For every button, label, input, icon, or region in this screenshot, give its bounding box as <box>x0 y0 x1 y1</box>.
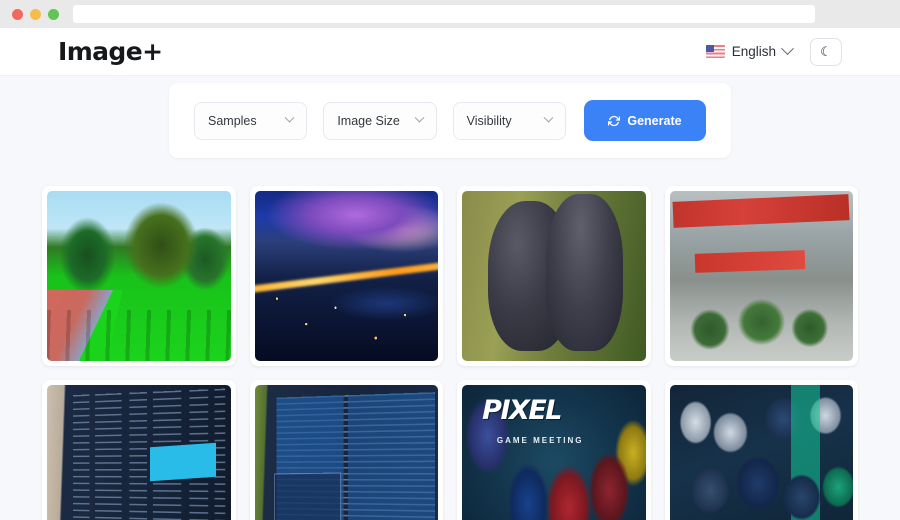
artwork-overlay-title: PIXEL <box>482 395 562 427</box>
samples-select[interactable]: Samples <box>194 101 308 140</box>
artwork-overlay-subtitle: GAME MEETING <box>496 436 584 445</box>
gallery-card[interactable] <box>457 186 651 366</box>
chevron-down-icon <box>781 42 794 56</box>
us-flag-icon <box>705 45 725 58</box>
language-selector[interactable]: English <box>705 42 794 59</box>
refresh-icon <box>608 115 621 126</box>
app-header: Image+ English ☾ <box>0 28 900 76</box>
gallery-card[interactable] <box>664 380 858 520</box>
generate-button[interactable]: Generate <box>583 100 706 141</box>
language-label: English <box>731 44 776 59</box>
generate-button-label: Generate <box>627 113 682 128</box>
gallery-card[interactable] <box>42 186 236 366</box>
gallery-card[interactable] <box>664 186 858 366</box>
image-size-select[interactable]: Image Size <box>323 101 437 140</box>
generated-image-thumbnail[interactable] <box>47 385 231 520</box>
minimize-window-button[interactable] <box>30 8 41 20</box>
visibility-select-label: Visibility <box>466 113 512 128</box>
chevron-down-icon <box>414 112 425 123</box>
generated-image-thumbnail[interactable] <box>462 191 646 361</box>
page-body: Samples Image Size Visibility Generate P… <box>0 76 900 520</box>
gallery-card[interactable] <box>249 380 443 520</box>
close-window-button[interactable] <box>12 8 23 20</box>
controls-wrapper: Samples Image Size Visibility Generate <box>0 76 900 158</box>
generated-image-thumbnail[interactable] <box>254 385 438 520</box>
generated-image-thumbnail[interactable]: PIXEL GAME MEETING <box>462 385 646 520</box>
moon-icon: ☾ <box>820 44 832 59</box>
address-bar[interactable] <box>73 5 815 23</box>
image-gallery-grid: PIXEL GAME MEETING <box>42 186 858 520</box>
generated-image-thumbnail[interactable] <box>47 191 231 361</box>
chevron-down-icon <box>284 112 295 123</box>
generated-image-thumbnail[interactable] <box>669 385 853 520</box>
generation-controls-panel: Samples Image Size Visibility Generate <box>169 83 731 158</box>
app-logo[interactable]: Image+ <box>58 37 163 66</box>
generated-image-thumbnail[interactable] <box>669 191 853 361</box>
dark-mode-toggle[interactable]: ☾ <box>810 37 842 66</box>
window-controls[interactable] <box>12 8 59 20</box>
gallery-card[interactable] <box>249 186 443 366</box>
visibility-select[interactable]: Visibility <box>452 101 566 140</box>
maximize-window-button[interactable] <box>48 8 59 20</box>
gallery-card[interactable]: PIXEL GAME MEETING <box>457 380 651 520</box>
image-detail <box>680 282 842 358</box>
chevron-down-icon <box>543 112 554 123</box>
gallery-card[interactable] <box>42 380 236 520</box>
generated-image-thumbnail[interactable] <box>254 191 438 361</box>
browser-chrome <box>0 0 900 28</box>
samples-select-label: Samples <box>208 113 257 128</box>
image-size-select-label: Image Size <box>337 113 400 128</box>
header-actions: English ☾ <box>705 37 842 66</box>
